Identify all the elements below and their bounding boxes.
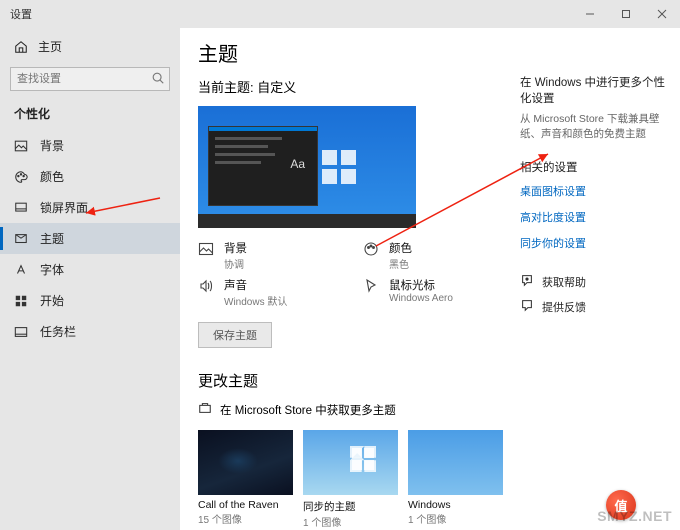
sidebar-item-start[interactable]: 开始 — [0, 285, 180, 316]
sidebar-item-fonts[interactable]: 字体 — [0, 254, 180, 285]
search-box[interactable] — [10, 67, 170, 91]
theme-thumb — [198, 430, 293, 495]
theme-name: Windows — [408, 499, 503, 511]
setting-value: 黑色 — [389, 256, 412, 271]
palette-icon — [363, 240, 379, 262]
current-theme-label: 当前主题: 自定义 — [198, 77, 502, 96]
sidebar-item-colors[interactable]: 颜色 — [0, 161, 180, 192]
palette-icon — [14, 170, 28, 184]
home-label: 主页 — [38, 38, 62, 55]
taskbar-icon — [14, 325, 28, 339]
start-icon — [14, 294, 28, 308]
sidebar: 主页 个性化 背景 颜色 锁屏界面 — [0, 28, 180, 530]
feedback-link[interactable]: 提供反馈 — [520, 298, 670, 315]
content-area: 主题 当前主题: 自定义 Aa 背景协调 — [180, 28, 520, 530]
nav-label: 任务栏 — [40, 323, 76, 340]
theme-thumb — [408, 430, 503, 495]
nav-label: 主题 — [40, 230, 64, 247]
setting-value: 协调 — [224, 256, 247, 271]
window-title: 设置 — [10, 6, 32, 22]
link-desktop-icons[interactable]: 桌面图标设置 — [520, 183, 670, 199]
theme-card-raven[interactable]: Call of the Raven 15 个图像 — [198, 430, 293, 529]
nav-label: 开始 — [40, 292, 64, 309]
maximize-button[interactable] — [608, 0, 644, 28]
help-icon — [520, 273, 534, 290]
speaker-icon — [198, 277, 214, 299]
theme-preview[interactable]: Aa — [198, 106, 416, 228]
theme-meta: 1 个图像 — [408, 511, 503, 526]
preview-panel: Aa — [208, 126, 318, 206]
theme-card-windows[interactable]: Windows 1 个图像 — [408, 430, 503, 529]
cursor-icon — [363, 277, 379, 299]
sidebar-section-label: 个性化 — [0, 99, 180, 130]
setting-cursor[interactable]: 鼠标光标Windows Aero — [363, 277, 498, 308]
get-help-link[interactable]: 获取帮助 — [520, 273, 670, 290]
minimize-button[interactable] — [572, 0, 608, 28]
store-link[interactable]: 在 Microsoft Store 中获取更多主题 — [198, 401, 502, 418]
theme-meta: 15 个图像 — [198, 511, 293, 526]
sidebar-item-background[interactable]: 背景 — [0, 130, 180, 161]
picture-icon — [14, 139, 28, 153]
titlebar: 设置 — [0, 0, 680, 28]
change-theme-heading: 更改主题 — [198, 370, 502, 391]
hint-body: 从 Microsoft Store 下载兼具壁纸、声音和颜色的免费主题 — [520, 112, 670, 141]
setting-value: Windows Aero — [389, 293, 453, 304]
search-input[interactable] — [10, 67, 170, 91]
setting-label: 背景 — [224, 240, 247, 256]
picture-icon — [198, 240, 214, 262]
setting-label: 鼠标光标 — [389, 277, 453, 293]
setting-background[interactable]: 背景协调 — [198, 240, 333, 271]
setting-color[interactable]: 颜色黑色 — [363, 240, 498, 271]
font-icon — [14, 263, 28, 277]
help-label: 获取帮助 — [542, 274, 586, 290]
nav-label: 背景 — [40, 137, 64, 154]
windows-logo-icon — [322, 150, 356, 184]
nav-label: 颜色 — [40, 168, 64, 185]
feedback-icon — [520, 298, 534, 315]
nav-label: 字体 — [40, 261, 64, 278]
hint-title: 在 Windows 中进行更多个性化设置 — [520, 74, 670, 106]
lockscreen-icon — [14, 201, 28, 215]
theme-thumb — [303, 430, 398, 495]
link-high-contrast[interactable]: 高对比度设置 — [520, 209, 670, 225]
theme-meta: 1 个图像 — [303, 514, 398, 529]
setting-sound[interactable]: 声音Windows 默认 — [198, 277, 333, 308]
setting-value: Windows 默认 — [224, 293, 287, 308]
nav-label: 锁屏界面 — [40, 199, 88, 216]
store-label: 在 Microsoft Store 中获取更多主题 — [220, 402, 396, 418]
link-sync-settings[interactable]: 同步你的设置 — [520, 235, 670, 251]
preview-aa: Aa — [290, 157, 305, 171]
sidebar-item-themes[interactable]: 主题 — [0, 223, 180, 254]
home-link[interactable]: 主页 — [0, 32, 180, 61]
save-theme-button[interactable]: 保存主题 — [198, 322, 272, 348]
feedback-label: 提供反馈 — [542, 299, 586, 315]
sidebar-item-taskbar[interactable]: 任务栏 — [0, 316, 180, 347]
sidebar-item-lockscreen[interactable]: 锁屏界面 — [0, 192, 180, 223]
related-title: 相关的设置 — [520, 159, 670, 175]
theme-card-sync[interactable]: 同步的主题 1 个图像 — [303, 430, 398, 529]
theme-name: Call of the Raven — [198, 499, 293, 511]
page-title: 主题 — [198, 38, 502, 67]
search-icon — [151, 71, 165, 88]
setting-label: 声音 — [224, 277, 287, 293]
right-panel: 在 Windows 中进行更多个性化设置 从 Microsoft Store 下… — [520, 28, 680, 530]
close-button[interactable] — [644, 0, 680, 28]
themes-icon — [14, 232, 28, 246]
theme-name: 同步的主题 — [303, 499, 398, 514]
home-icon — [14, 40, 28, 54]
store-icon — [198, 401, 212, 418]
setting-label: 颜色 — [389, 240, 412, 256]
